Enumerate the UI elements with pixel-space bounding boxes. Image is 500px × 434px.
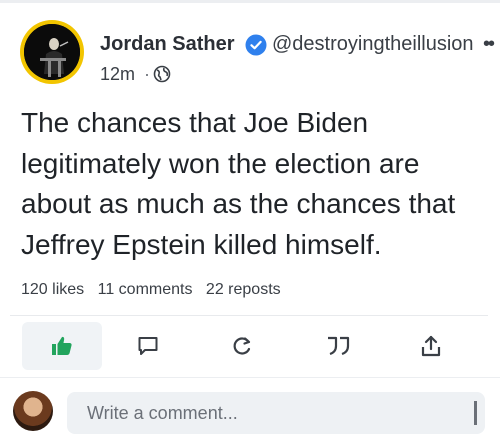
verified-badge-icon: [245, 34, 267, 56]
scroll-indicator: [474, 401, 477, 425]
share-icon: [421, 335, 441, 357]
post-stats: 120 likes 11 comments 22 reposts: [21, 281, 290, 299]
top-divider: [0, 0, 500, 3]
post-timestamp: 12m: [100, 64, 136, 84]
comment-button[interactable]: [120, 322, 176, 370]
stats-divider: [10, 315, 488, 316]
comment-icon: [138, 337, 158, 355]
quote-button[interactable]: [310, 322, 366, 370]
reposts-count[interactable]: 22 reposts: [206, 281, 281, 298]
likes-count[interactable]: 120 likes: [21, 281, 84, 298]
author-avatar-image: [24, 24, 80, 80]
comments-count[interactable]: 11 comments: [98, 281, 193, 298]
share-button[interactable]: [403, 322, 459, 370]
author-avatar[interactable]: [20, 20, 84, 84]
author-name[interactable]: Jordan Sather: [100, 33, 234, 56]
repost-button[interactable]: [214, 322, 270, 370]
current-user-avatar[interactable]: [13, 391, 53, 431]
author-handle[interactable]: @destroyingtheillusion: [272, 33, 474, 56]
post-body-text: The chances that Joe Biden legitimately …: [21, 107, 456, 260]
thumbs-up-icon: [52, 336, 72, 355]
comment-input[interactable]: [67, 392, 485, 434]
repost-icon: [233, 337, 251, 355]
more-options-icon[interactable]: ••: [483, 33, 495, 56]
composer-divider: [0, 377, 500, 378]
meta-separator: ·: [144, 64, 150, 84]
globe-icon: [153, 65, 171, 83]
quote-icon: [328, 336, 350, 356]
like-button[interactable]: [22, 322, 102, 370]
